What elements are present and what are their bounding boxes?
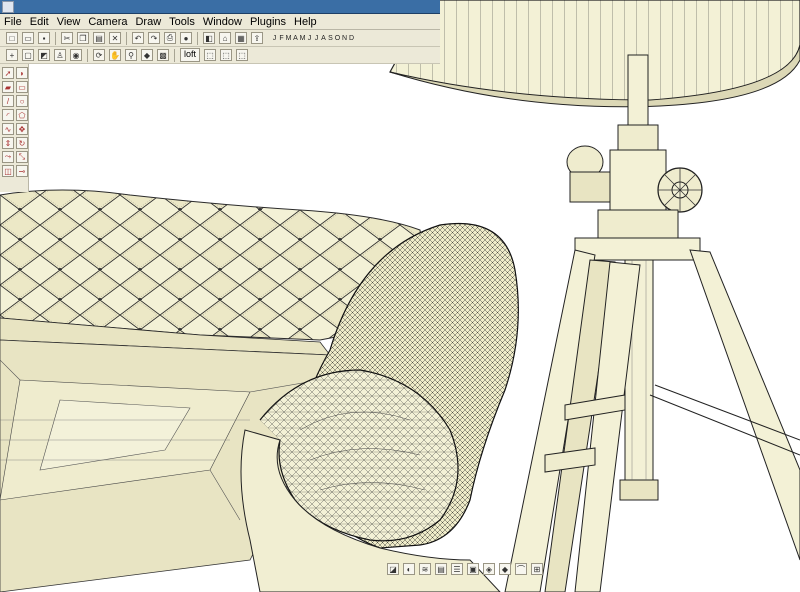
open-icon[interactable]: ▭ bbox=[22, 32, 34, 44]
month-label: J bbox=[314, 34, 319, 42]
user-icon[interactable]: ● bbox=[180, 32, 192, 44]
scene-icon[interactable]: ▣ bbox=[467, 563, 479, 575]
sketchup-logo-icon bbox=[2, 1, 14, 13]
paint-icon[interactable]: ◗ bbox=[16, 67, 28, 79]
standard-toolbar: □ ▭ ▪ ✂ ❐ ▤ ✕ ↶ ↷ ⎙ ● ◧ ⌂ ▦ ⇪ J F M A M … bbox=[0, 30, 440, 47]
softedge-icon[interactable]: ⌒ bbox=[515, 563, 527, 575]
circle-icon[interactable]: ○ bbox=[16, 95, 28, 107]
styles-icon[interactable]: ◆ bbox=[141, 49, 153, 61]
scale-icon[interactable]: ⤡ bbox=[16, 151, 28, 163]
save-icon[interactable]: ▪ bbox=[38, 32, 50, 44]
month-label: M bbox=[299, 34, 306, 42]
toolbar-separator bbox=[197, 31, 198, 45]
orbit-icon[interactable]: ⟳ bbox=[93, 49, 105, 61]
share-icon[interactable]: ⇪ bbox=[251, 32, 263, 44]
photo-match-icon[interactable]: ⊞ bbox=[531, 563, 543, 575]
fog-icon[interactable]: ≋ bbox=[419, 563, 431, 575]
menu-help[interactable]: Help bbox=[290, 16, 321, 28]
toolbar-separator bbox=[126, 31, 127, 45]
rotate-icon[interactable]: ↻ bbox=[16, 137, 28, 149]
walk-icon[interactable]: ♙ bbox=[54, 49, 66, 61]
box-icon[interactable]: ▢ bbox=[22, 49, 34, 61]
camera-icon[interactable]: ◉ bbox=[70, 49, 82, 61]
month-label: M bbox=[285, 34, 292, 42]
paste-icon[interactable]: ▤ bbox=[93, 32, 105, 44]
freehand-icon[interactable]: ∿ bbox=[2, 123, 14, 135]
month-label: A bbox=[321, 34, 326, 42]
tools-palette: ➚ ◗ ▰ ▭ / ○ ◜ ⬠ ∿ ✥ ⇕ ↻ ⤳ ⤡ ◫ ⊸ bbox=[0, 64, 29, 192]
house-icon[interactable]: ⌂ bbox=[219, 32, 231, 44]
menu-draw[interactable]: Draw bbox=[131, 16, 165, 28]
cube-icon[interactable]: ◩ bbox=[38, 49, 50, 61]
window-title-bar bbox=[0, 0, 440, 14]
bottom-toolbar: ◪ ◐ ≋ ▤ ☰ ▣ ◈ ◆ ⌒ ⊞ bbox=[385, 560, 685, 578]
new-icon[interactable]: □ bbox=[6, 32, 18, 44]
ruby-icon[interactable]: ◆ bbox=[499, 563, 511, 575]
redo-icon[interactable]: ↷ bbox=[148, 32, 160, 44]
tape-icon[interactable]: ⊸ bbox=[16, 165, 28, 177]
month-label: O bbox=[334, 34, 341, 42]
menu-camera[interactable]: Camera bbox=[84, 16, 131, 28]
rectangle-icon[interactable]: ▭ bbox=[16, 81, 28, 93]
offset-icon[interactable]: ◫ bbox=[2, 165, 14, 177]
component-icon[interactable]: ◧ bbox=[203, 32, 215, 44]
month-label: S bbox=[328, 34, 333, 42]
zoom-icon[interactable]: ⚲ bbox=[125, 49, 137, 61]
month-label: D bbox=[348, 34, 355, 42]
print-icon[interactable]: ⎙ bbox=[164, 32, 176, 44]
menu-plugins[interactable]: Plugins bbox=[246, 16, 290, 28]
material-icon[interactable]: ◈ bbox=[483, 563, 495, 575]
outliner-icon[interactable]: ☰ bbox=[451, 563, 463, 575]
menu-edit[interactable]: Edit bbox=[26, 16, 53, 28]
month-label: A bbox=[293, 34, 298, 42]
plugin-icon[interactable]: ⬚ bbox=[236, 49, 249, 61]
shadow-icon[interactable]: ◐ bbox=[403, 563, 415, 575]
undo-icon[interactable]: ↶ bbox=[132, 32, 144, 44]
loft-button[interactable]: loft bbox=[180, 48, 201, 62]
menu-file[interactable]: File bbox=[0, 16, 26, 28]
menu-tools[interactable]: Tools bbox=[165, 16, 199, 28]
month-label: J bbox=[272, 34, 277, 42]
move-icon[interactable]: ✥ bbox=[16, 123, 28, 135]
menu-bar: File Edit View Camera Draw Tools Window … bbox=[0, 14, 440, 30]
menu-window[interactable]: Window bbox=[199, 16, 246, 28]
month-label: N bbox=[341, 34, 348, 42]
toolbar-separator bbox=[87, 48, 88, 62]
layer-icon[interactable]: ▤ bbox=[435, 563, 447, 575]
lamp-shade bbox=[389, 0, 800, 108]
views-toolbar: + ▢ ◩ ♙ ◉ ⟳ ✋ ⚲ ◆ ▩ loft ⬚ ⬚ ⬚ bbox=[0, 47, 440, 64]
month-label: F bbox=[279, 34, 284, 42]
model-viewport[interactable] bbox=[0, 0, 800, 592]
select-icon[interactable]: ➚ bbox=[2, 67, 14, 79]
section-icon[interactable]: ◪ bbox=[387, 563, 399, 575]
toolbar-separator bbox=[174, 48, 175, 62]
menu-view[interactable]: View bbox=[53, 16, 85, 28]
line-icon[interactable]: / bbox=[2, 95, 14, 107]
cut-icon[interactable]: ✂ bbox=[61, 32, 73, 44]
push-pull-icon[interactable]: ⇕ bbox=[2, 137, 14, 149]
shadow-month-slider[interactable]: J F M A M J J A S O N D bbox=[271, 35, 355, 42]
sandbox-icon[interactable]: ▩ bbox=[157, 49, 169, 61]
erase-icon[interactable]: ✕ bbox=[109, 32, 121, 44]
pan-icon[interactable]: ✋ bbox=[109, 49, 121, 61]
polygon-icon[interactable]: ⬠ bbox=[16, 109, 28, 121]
plugin-icon[interactable]: ⬚ bbox=[220, 49, 233, 61]
month-label: J bbox=[307, 34, 312, 42]
copy-icon[interactable]: ❐ bbox=[77, 32, 89, 44]
arc-icon[interactable]: ◜ bbox=[2, 109, 14, 121]
eraser-icon[interactable]: ▰ bbox=[2, 81, 14, 93]
axis-icon[interactable]: + bbox=[6, 49, 18, 61]
toolbar-separator bbox=[55, 31, 56, 45]
plugin-icon[interactable]: ⬚ bbox=[204, 49, 217, 61]
follow-me-icon[interactable]: ⤳ bbox=[2, 151, 14, 163]
warehouse-icon[interactable]: ▦ bbox=[235, 32, 247, 44]
